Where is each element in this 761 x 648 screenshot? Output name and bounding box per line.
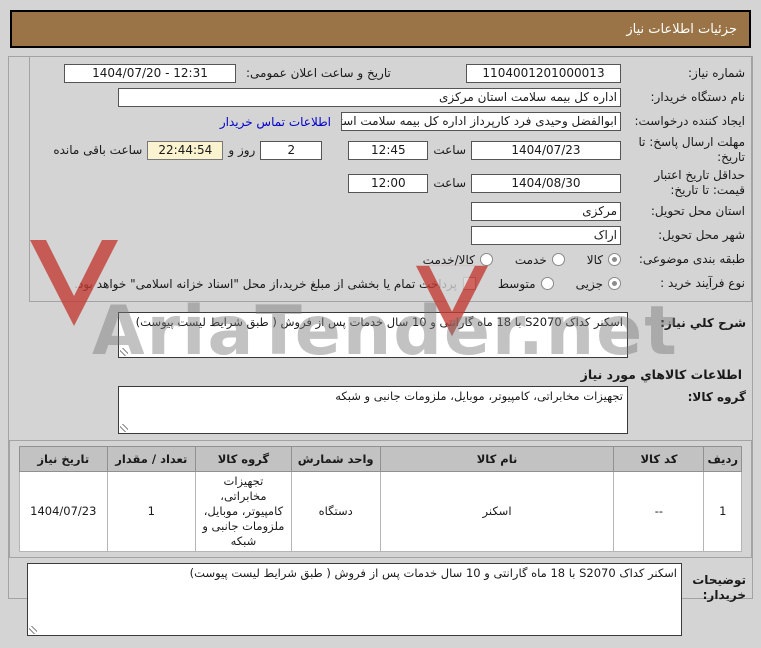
need-description-label: شرح کلي نیاز: — [660, 316, 746, 330]
remaining-time-counter: 22:44:54 — [147, 140, 224, 160]
buyer-org-field[interactable]: اداره کل بیمه سلامت استان مرکزی — [118, 88, 621, 107]
request-creator-label: ایجاد کننده درخواست: — [634, 114, 745, 128]
general-info-groupbox: شماره نیاز: 1104001201000013 تاریخ و ساع… — [29, 57, 752, 302]
goods-table: ردیف کد کالا نام کالا واحد شمارش گروه کا… — [19, 446, 742, 552]
radio-option-goods[interactable]: کالا — [587, 253, 621, 267]
col-header-name: نام کالا — [379, 446, 615, 472]
buyer-notes-label: توضیحات خریدار: — [692, 572, 746, 603]
resize-handle-icon[interactable] — [120, 348, 128, 356]
announce-datetime-field[interactable]: 1404/07/20 - 12:31 — [64, 64, 236, 83]
cell-date: 1404/07/23 — [19, 471, 108, 552]
cell-qty: 1 — [106, 471, 197, 552]
cell-code: -- — [613, 471, 705, 552]
table-row: 1 -- اسکنر دستگاه تجهیزات مخابراتی، کامپ… — [19, 471, 742, 552]
remaining-time-label: ساعت باقی مانده — [53, 143, 143, 157]
need-description-textarea[interactable]: اسکنر کداک S2070 با 18 ماه گارانتی و 10 … — [118, 312, 628, 358]
purchase-process-label: نوع فرآیند خرید : — [660, 276, 745, 290]
page-title-text: جزئیات اطلاعات نیاز — [626, 21, 737, 37]
radio-option-goods-service[interactable]: کالا/خدمت — [423, 253, 493, 267]
response-deadline-time-field[interactable]: 12:45 — [348, 140, 429, 160]
resize-handle-icon[interactable] — [120, 424, 128, 432]
hour-label: ساعت — [433, 143, 466, 157]
col-header-group: گروه کالا — [195, 446, 292, 472]
radio-icon[interactable] — [479, 253, 493, 266]
radio-option-label: متوسط — [497, 276, 536, 291]
buyer-notes-text: اسکنر کداک S2070 با 18 ماه گارانتی و 10 … — [189, 565, 677, 580]
delivery-city-field[interactable]: اراک — [471, 226, 621, 245]
need-description-text: اسکنر کداک S2070 با 18 ماه گارانتی و 10 … — [135, 315, 623, 329]
checkbox-icon[interactable] — [462, 277, 476, 290]
cell-index: 1 — [703, 471, 742, 552]
row-delivery-city: شهر محل تحویل: اراک — [34, 225, 745, 246]
announce-datetime-pair: تاریخ و ساعت اعلان عمومی: 1404/07/20 - 1… — [64, 64, 391, 83]
delivery-province-field[interactable]: مرکزی — [471, 202, 621, 221]
radio-icon[interactable] — [608, 277, 621, 290]
announce-datetime-label: تاریخ و ساعت اعلان عمومی: — [246, 66, 391, 80]
radio-option-label: خدمت — [514, 252, 547, 267]
goods-group-section: گروه کالا: تجهیزات مخابراتی، کامپیوتر، م… — [9, 386, 746, 434]
radio-icon[interactable] — [551, 253, 565, 266]
col-header-index: ردیف — [703, 446, 742, 472]
radio-option-label: جزیی — [575, 276, 603, 291]
response-deadline-date-field[interactable]: 1404/07/23 — [471, 140, 621, 160]
col-header-unit: واحد شمارش — [290, 446, 381, 472]
goods-table-header-row: ردیف کد کالا نام کالا واحد شمارش گروه کا… — [19, 446, 742, 472]
buyer-contact-link[interactable]: اطلاعات تماس خریدار — [220, 115, 331, 129]
row-response-deadline: مهلت ارسال پاسخ: تا تاریخ: 1404/07/23 سا… — [34, 135, 745, 165]
row-need-number: شماره نیاز: 1104001201000013 تاریخ و ساع… — [34, 63, 745, 84]
need-number-field[interactable]: 1104001201000013 — [466, 64, 621, 83]
buyer-org-label: نام دستگاه خریدار: — [650, 90, 746, 104]
col-header-date: تاریخ نیاز — [19, 446, 108, 472]
row-buyer-org: نام دستگاه خریدار: اداره کل بیمه سلامت ا… — [34, 87, 745, 108]
price-validity-time-field[interactable]: 12:00 — [348, 173, 429, 193]
col-header-code: کد کالا — [613, 446, 705, 472]
hour-label: ساعت — [433, 176, 466, 190]
response-deadline-label: مهلت ارسال پاسخ: تا تاریخ: — [638, 135, 745, 164]
goods-group-label: گروه کالا: — [687, 390, 746, 404]
treasury-checkbox-option[interactable]: پرداخت تمام یا بخشی از مبلغ خرید،از محل … — [74, 277, 476, 291]
delivery-province-label: استان محل تحویل: — [650, 204, 745, 218]
days-and-label: روز و — [228, 143, 256, 157]
price-validity-date-field[interactable]: 1404/08/30 — [471, 173, 621, 193]
page-title: جزئیات اطلاعات نیاز — [10, 10, 751, 48]
col-header-qty: تعداد / مقدار — [106, 446, 197, 472]
radio-option-label: کالا/خدمت — [422, 252, 475, 267]
radio-icon[interactable] — [540, 277, 554, 290]
goods-group-text: تجهیزات مخابراتی، کامپیوتر، موبایل، ملزو… — [335, 389, 623, 403]
radio-option-minor[interactable]: جزیی — [576, 277, 621, 291]
need-number-label: شماره نیاز: — [688, 66, 745, 80]
row-delivery-province: استان محل تحویل: مرکزی — [34, 201, 745, 222]
radio-option-label: کالا — [586, 252, 603, 267]
row-subject-class: طبقه بندی موضوعی: کالا خدمت کالا/خدمت — [34, 249, 745, 270]
resize-handle-icon[interactable] — [29, 625, 37, 634]
request-creator-field[interactable]: ابوالفضل وحیدی فرد کارپرداز اداره کل بیم… — [341, 112, 621, 131]
radio-icon[interactable] — [608, 253, 621, 266]
row-price-validity: حداقل تاریخ اعتبار قیمت: تا تاریخ: 1404/… — [34, 168, 745, 198]
subject-class-label: طبقه بندی موضوعی: — [638, 252, 745, 266]
cell-name: اسکنر — [379, 471, 615, 552]
row-request-creator: ایجاد کننده درخواست: ابوالفضل وحیدی فرد … — [34, 111, 745, 132]
goods-group-textarea[interactable]: تجهیزات مخابراتی، کامپیوتر، موبایل، ملزو… — [118, 386, 628, 434]
treasury-note-label: پرداخت تمام یا بخشی از مبلغ خرید،از محل … — [74, 276, 457, 291]
price-validity-label: حداقل تاریخ اعتبار قیمت: تا تاریخ: — [654, 168, 745, 197]
radio-option-service[interactable]: خدمت — [515, 253, 565, 267]
buyer-notes-textarea[interactable]: اسکنر کداک S2070 با 18 ماه گارانتی و 10 … — [27, 562, 682, 636]
buyer-notes-section: توضیحات خریدار: اسکنر کداک S2070 با 18 م… — [9, 562, 746, 636]
goods-info-header: اطلاعات کالاهاي مورد نیاز — [580, 367, 742, 382]
cell-unit: دستگاه — [290, 471, 381, 552]
remaining-days-field: 2 — [260, 140, 323, 160]
row-purchase-process: نوع فرآیند خرید : جزیی متوسط پرداخت تمام… — [34, 273, 745, 294]
need-details-panel: شماره نیاز: 1104001201000013 تاریخ و ساع… — [8, 56, 753, 636]
radio-option-medium[interactable]: متوسط — [498, 277, 554, 291]
goods-table-groupbox: ردیف کد کالا نام کالا واحد شمارش گروه کا… — [9, 440, 752, 558]
need-description-section: شرح کلي نیاز: اسکنر کداک S2070 با 18 ماه… — [9, 312, 746, 358]
delivery-city-label: شهر محل تحویل: — [658, 228, 745, 242]
cell-group: تجهیزات مخابراتی، کامپیوتر، موبایل، ملزو… — [195, 471, 292, 552]
